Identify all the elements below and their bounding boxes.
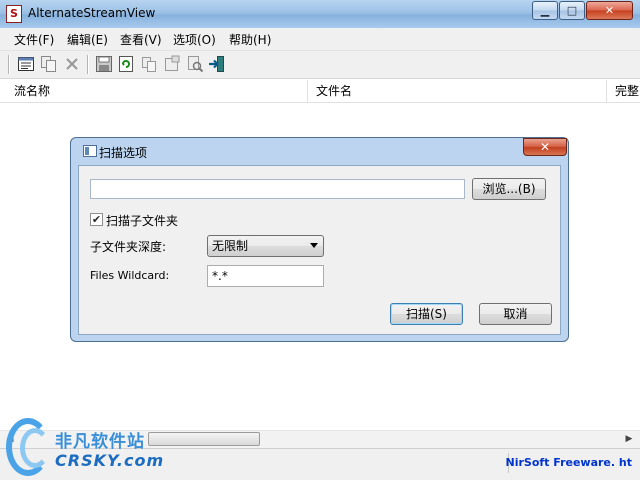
toolbar bbox=[0, 51, 640, 79]
delete-icon[interactable] bbox=[63, 55, 81, 73]
dialog-title: 扫描选项 bbox=[99, 146, 148, 160]
column-file-name[interactable]: 文件名 bbox=[308, 80, 607, 102]
menu-bar: 文件(F) 编辑(E) 查看(V) 选项(O) 帮助(H) bbox=[0, 28, 640, 51]
subfolder-depth-select[interactable]: 无限制 bbox=[207, 235, 324, 257]
folder-path-input[interactable] bbox=[90, 179, 465, 199]
scroll-right-icon[interactable]: ▶ bbox=[621, 432, 637, 446]
properties-icon[interactable] bbox=[17, 55, 35, 73]
subfolder-depth-label: 子文件夹深度: bbox=[90, 240, 167, 254]
toolbar-separator bbox=[8, 55, 10, 74]
minimize-button[interactable]: ▁ bbox=[532, 1, 558, 20]
list-header: 流名称 文件名 完整 bbox=[0, 80, 640, 103]
watermark-text-cn: 非凡软件站 bbox=[55, 432, 145, 452]
column-full-path[interactable]: 完整 bbox=[607, 80, 640, 102]
dialog-title-bar[interactable]: 扫描选项 ✕ bbox=[77, 138, 567, 164]
dialog-window-icon bbox=[83, 145, 97, 157]
close-button[interactable]: ✕ bbox=[586, 1, 633, 20]
copy-icon[interactable] bbox=[40, 55, 58, 73]
scan-subfolders-checkbox[interactable]: ✔ bbox=[90, 213, 103, 226]
scan-button[interactable]: 扫描(S) bbox=[390, 303, 463, 325]
scan-options-dialog: 扫描选项 ✕ 浏览...(B) ✔ 扫描子文件夹 子文件夹深度: 无限制 Fil… bbox=[70, 137, 569, 342]
nirsoft-link[interactable]: NirSoft Freeware. ht bbox=[506, 456, 632, 469]
menu-view[interactable]: 查看(V) bbox=[120, 31, 162, 48]
chevron-down-icon bbox=[310, 243, 318, 248]
app-icon: S bbox=[6, 5, 22, 23]
menu-edit[interactable]: 编辑(E) bbox=[67, 31, 108, 48]
scan-subfolders-label[interactable]: 扫描子文件夹 bbox=[106, 212, 178, 229]
site-watermark: 非凡软件站 CRSKY.com bbox=[0, 414, 165, 480]
cancel-button[interactable]: 取消 bbox=[479, 303, 552, 325]
watermark-text-en: CRSKY.com bbox=[55, 451, 165, 470]
menu-file[interactable]: 文件(F) bbox=[14, 31, 54, 48]
dialog-body: 浏览...(B) ✔ 扫描子文件夹 子文件夹深度: 无限制 Files Wild… bbox=[78, 165, 561, 335]
menu-options[interactable]: 选项(O) bbox=[173, 31, 216, 48]
menu-help[interactable]: 帮助(H) bbox=[229, 31, 271, 48]
exit-icon[interactable] bbox=[208, 55, 226, 73]
refresh-icon[interactable] bbox=[117, 55, 135, 73]
title-bar[interactable]: S AlternateStreamView ▁ □ ✕ bbox=[0, 0, 640, 28]
main-window: S AlternateStreamView ▁ □ ✕ 文件(F) 编辑(E) … bbox=[0, 0, 640, 480]
subfolder-depth-value: 无限制 bbox=[212, 239, 249, 253]
save-icon[interactable] bbox=[95, 55, 113, 73]
copy-doc-icon[interactable] bbox=[140, 55, 158, 73]
column-stream-name[interactable]: 流名称 bbox=[6, 80, 308, 102]
watermark-logo-inner bbox=[20, 428, 50, 468]
window-title: AlternateStreamView bbox=[28, 6, 156, 20]
files-wildcard-input[interactable]: *.* bbox=[207, 265, 324, 287]
browse-button[interactable]: 浏览...(B) bbox=[472, 178, 546, 200]
html-report-icon[interactable] bbox=[163, 55, 181, 73]
maximize-button[interactable]: □ bbox=[559, 1, 585, 20]
find-icon[interactable] bbox=[186, 55, 204, 73]
files-wildcard-label: Files Wildcard: bbox=[90, 269, 170, 282]
dialog-close-button[interactable]: ✕ bbox=[523, 138, 567, 156]
toolbar-separator bbox=[87, 55, 89, 74]
